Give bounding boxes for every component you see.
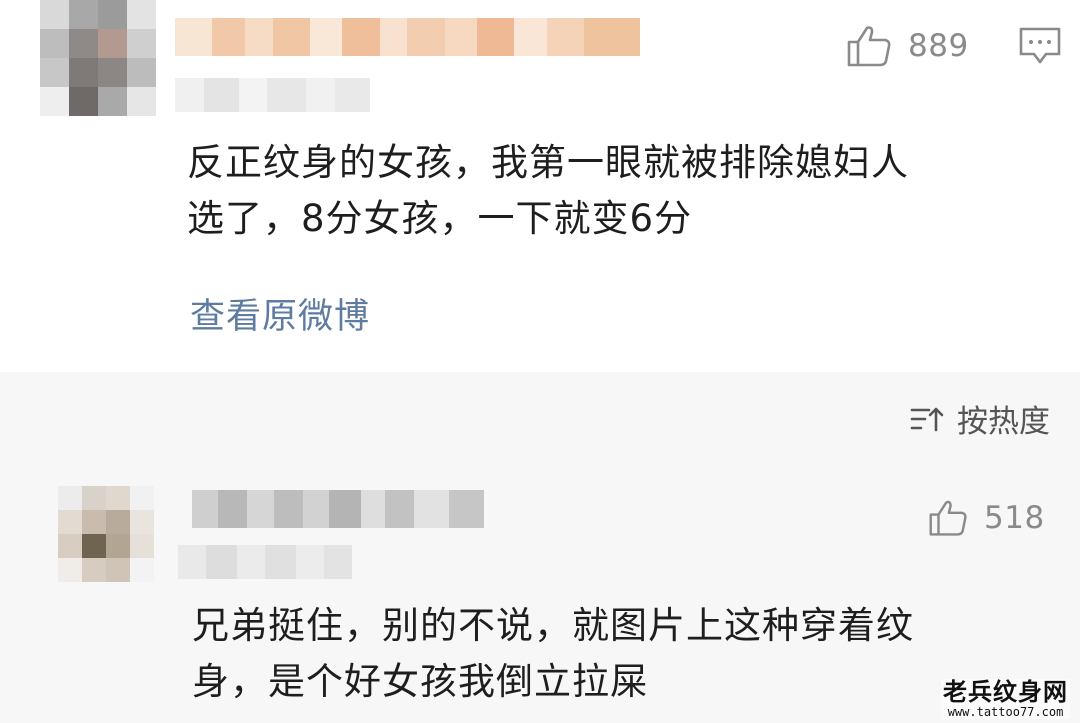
comment-text-line: 反正纹身的女孩，我第一眼就被排除媳妇人 <box>187 141 909 184</box>
username-blurred[interactable] <box>192 490 484 528</box>
timestamp-blurred <box>178 545 352 579</box>
sort-by-hot-button[interactable]: 按热度 <box>909 396 1050 441</box>
sort-icon <box>910 407 944 431</box>
avatar[interactable] <box>40 0 156 116</box>
thumbs-up-icon <box>929 500 967 536</box>
comment-text: 反正纹身的女孩，我第一眼就被排除媳妇人 选了，8分女孩，一下就变6分 <box>187 135 1047 247</box>
comment-text-line: 身，是个好女孩我倒立拉屎 <box>192 660 648 703</box>
like-count: 889 <box>908 28 969 64</box>
like-button[interactable]: 889 <box>846 22 969 70</box>
watermark-url: www.tattoo77.com <box>947 705 1064 719</box>
like-count: 518 <box>984 500 1045 536</box>
avatar[interactable] <box>58 486 154 582</box>
username-blurred[interactable] <box>175 18 640 56</box>
comment-text: 兄弟挺住，别的不说，就图片上这种穿着纹 身，是个好女孩我倒立拉屎 <box>192 598 992 710</box>
watermark: 老兵纹身网 www.tattoo77.com <box>941 679 1070 719</box>
comment-feed: 889 反正纹身的女孩，我第一眼就被排除媳妇人 选了，8分女孩，一下就变6分 查看… <box>0 0 1080 723</box>
comment-text-line: 选了，8分女孩，一下就变6分 <box>187 197 693 240</box>
thumbs-up-icon <box>847 26 891 67</box>
sort-label: 按热度 <box>957 404 1050 440</box>
comment-card-1: 889 反正纹身的女孩，我第一眼就被排除媳妇人 选了，8分女孩，一下就变6分 查看… <box>0 0 1080 372</box>
view-original-weibo-link[interactable]: 查看原微博 <box>190 288 370 339</box>
like-button[interactable]: 518 <box>928 496 1045 540</box>
timestamp-blurred <box>175 78 370 112</box>
comment-bubble-icon[interactable] <box>1018 26 1062 66</box>
watermark-title: 老兵纹身网 <box>943 678 1068 706</box>
comment-text-line: 兄弟挺住，别的不说，就图片上这种穿着纹 <box>192 604 914 647</box>
